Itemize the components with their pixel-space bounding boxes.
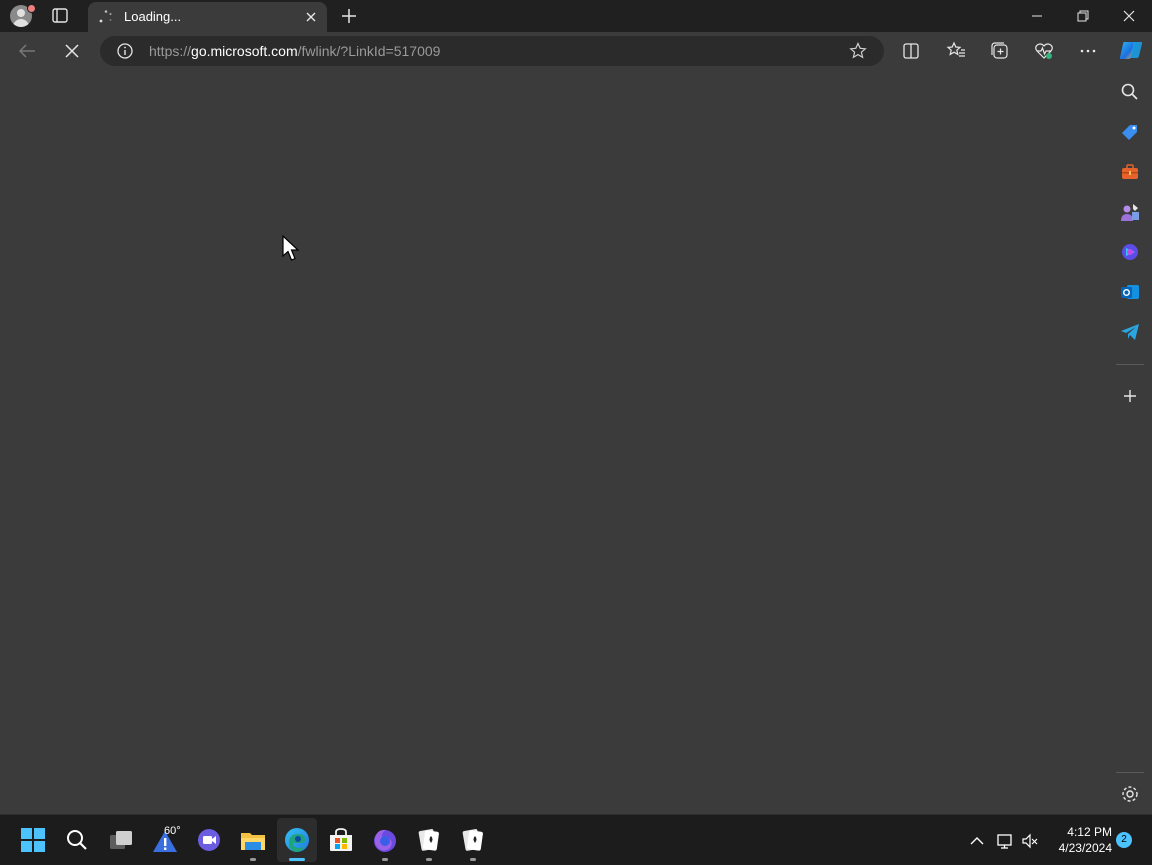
collections-icon[interactable] (985, 36, 1015, 66)
url-prefix: https:// (149, 43, 192, 59)
split-screen-icon[interactable] (896, 36, 926, 66)
shopping-tag-icon[interactable] (1118, 120, 1142, 144)
browser-essentials-icon[interactable] (1029, 36, 1059, 66)
url-host: go.microsoft.com (191, 43, 298, 59)
copilot-sidebar-icon[interactable] (1118, 240, 1142, 264)
edge-active-indicator (289, 858, 305, 861)
tools-icon[interactable] (1118, 160, 1142, 184)
restore-button[interactable] (1060, 0, 1106, 32)
favorites-icon[interactable] (941, 36, 971, 66)
back-button[interactable] (13, 36, 43, 66)
tab-title: Loading... (124, 9, 182, 24)
settings-icon[interactable] (1118, 782, 1142, 806)
show-hidden-icons-chevron-icon[interactable] (967, 831, 987, 851)
taskbar-search-icon[interactable] (61, 824, 93, 856)
search-icon[interactable] (1118, 80, 1142, 104)
close-window-button[interactable] (1106, 0, 1152, 32)
profile-notification-dot (27, 4, 36, 13)
solitaire-icon[interactable] (413, 824, 445, 856)
start-windows-icon[interactable] (17, 824, 49, 856)
network-display-icon[interactable] (995, 831, 1015, 851)
sidebar-separator (1116, 364, 1144, 365)
outlook-icon[interactable] (1118, 280, 1142, 304)
solitaire-running-indicator (426, 858, 432, 861)
games-icon[interactable] (1118, 200, 1142, 224)
tab-close-icon[interactable] (302, 8, 320, 26)
clock-date: 4/23/2024 (1058, 841, 1112, 855)
browser-toolbar: https://go.microsoft.com/fwlink/?LinkId=… (0, 32, 1152, 70)
address-bar[interactable]: https://go.microsoft.com/fwlink/?LinkId=… (100, 36, 884, 66)
tab-actions-menu-icon[interactable] (49, 6, 71, 26)
firefox-running-indicator (382, 858, 388, 861)
file-explorer-icon[interactable] (237, 824, 269, 856)
microsoft-store-icon[interactable] (325, 824, 357, 856)
mouse-cursor-icon (282, 234, 302, 263)
new-tab-button[interactable] (339, 6, 359, 26)
firefox-icon[interactable] (369, 824, 401, 856)
minimize-button[interactable] (1014, 0, 1060, 32)
active-tab[interactable]: Loading... (88, 2, 327, 32)
edge-browser-icon[interactable] (281, 824, 313, 856)
settings-and-more-icon[interactable] (1073, 36, 1103, 66)
page-content-area (0, 70, 1108, 814)
copilot-icon[interactable] (1116, 35, 1146, 65)
stop-loading-button[interactable] (57, 36, 87, 66)
solitaire-second-running-indicator (470, 858, 476, 861)
add-favorite-star-icon[interactable] (848, 41, 868, 61)
solitaire-second-icon[interactable] (457, 824, 489, 856)
system-clock[interactable]: 4:12 PM 4/23/2024 (1048, 824, 1112, 856)
weather-temperature: 60° (164, 825, 181, 837)
task-view-icon[interactable] (105, 824, 137, 856)
site-info-icon[interactable] (116, 42, 134, 60)
notification-badge[interactable]: 2 (1116, 832, 1132, 848)
edge-sidebar (1108, 70, 1152, 814)
telegram-icon[interactable] (1118, 320, 1142, 344)
url-path: /fwlink/?LinkId=517009 (297, 43, 441, 59)
windows-taskbar: 60° 4:12 PM 4/23/2024 2 (0, 814, 1152, 865)
volume-muted-icon[interactable] (1020, 831, 1040, 851)
file-explorer-running-indicator (250, 858, 256, 861)
teams-chat-icon[interactable] (193, 824, 225, 856)
title-bar: Loading... (0, 0, 1152, 32)
sidebar-separator-bottom (1116, 772, 1144, 773)
add-icon[interactable] (1118, 384, 1142, 408)
loading-spinner-icon (98, 9, 114, 25)
clock-time: 4:12 PM (1067, 825, 1112, 839)
url-text[interactable]: https://go.microsoft.com/fwlink/?LinkId=… (149, 43, 440, 59)
